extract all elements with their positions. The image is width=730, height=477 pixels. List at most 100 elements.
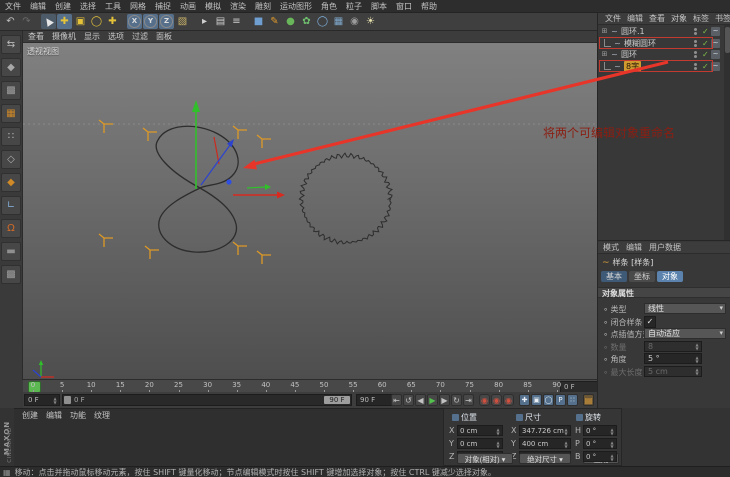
object-name[interactable]: 圆环: [621, 49, 637, 60]
app-menu-item[interactable]: 模拟: [205, 1, 221, 12]
rotation-field[interactable]: 0 ° ▲ ▼: [583, 438, 617, 449]
viewport-menu-item[interactable]: 选项: [108, 31, 124, 42]
app-menu-item[interactable]: 脚本: [371, 1, 387, 12]
tab-基本[interactable]: 基本: [601, 271, 627, 282]
rotation-field[interactable]: 0 ° ▲ ▼: [583, 451, 617, 462]
move-button[interactable]: ✚: [57, 14, 72, 29]
pen-spline-button[interactable]: ✎: [267, 14, 282, 29]
render-settings-button[interactable]: ≡: [229, 14, 244, 29]
app-menu-item[interactable]: 文件: [5, 1, 21, 12]
render-view-button[interactable]: ▸: [197, 14, 212, 29]
app-menu-item[interactable]: 雕刻: [255, 1, 271, 12]
spline-tag-icon[interactable]: ~: [711, 27, 720, 36]
polygons-mode-button[interactable]: ◆: [1, 173, 21, 192]
viewport-menu-item[interactable]: 过滤: [132, 31, 148, 42]
key-rotation-button[interactable]: ◯: [543, 394, 554, 406]
range-start-handle[interactable]: [64, 396, 71, 404]
coordinate-mode-dropdown[interactable]: 对象(相对) ▾: [457, 453, 513, 464]
current-frame-field[interactable]: 0 F ▲ ▼: [24, 394, 60, 406]
app-menu-item[interactable]: 创建: [55, 1, 71, 12]
viewport-menu-item[interactable]: 查看: [28, 31, 44, 42]
autokeying-button[interactable]: ◉: [491, 394, 502, 406]
viewport-menu-item[interactable]: 摄像机: [52, 31, 76, 42]
stepper-arrows[interactable]: ▲▼: [563, 440, 569, 449]
selected-spline-point[interactable]: [226, 179, 232, 185]
stepper-arrows[interactable]: ▲▼: [495, 440, 501, 449]
environment-button[interactable]: ▦: [331, 14, 346, 29]
powerslider-film-button[interactable]: ▤: [583, 394, 594, 406]
texture-mode-button[interactable]: ▩: [1, 81, 21, 100]
loop-forward-button[interactable]: ↻: [451, 394, 462, 406]
render-picture-viewer-button[interactable]: ▤: [213, 14, 228, 29]
workplane-button[interactable]: ▬: [1, 242, 21, 261]
rotate-button[interactable]: ◯: [89, 14, 104, 29]
enabled-check-icon[interactable]: ✓: [702, 27, 709, 36]
edges-mode-button[interactable]: ◇: [1, 150, 21, 169]
object-name[interactable]: 圆环.1: [621, 26, 645, 37]
app-menu-item[interactable]: 帮助: [421, 1, 437, 12]
object-manager-menu-item[interactable]: 文件: [605, 13, 621, 24]
app-menu-item[interactable]: 编辑: [30, 1, 46, 12]
object-manager-menu-item[interactable]: 对象: [671, 13, 687, 24]
material-manager-menu-item[interactable]: 创建: [22, 410, 38, 421]
workplane-paint-button[interactable]: ▦: [1, 104, 21, 123]
stepper-arrows[interactable]: ▲▼: [609, 440, 615, 449]
stepper-arrows[interactable]: ▲▼: [495, 427, 501, 436]
app-menu-item[interactable]: 工具: [105, 1, 121, 12]
attribute-dropdown[interactable]: 自动适应 ▾: [644, 328, 726, 339]
material-manager[interactable]: 创建 编辑 功能 纹理: [14, 408, 443, 467]
size-field[interactable]: 347.726 cm ▲ ▼: [519, 425, 571, 436]
viewport-menu-item[interactable]: 显示: [84, 31, 100, 42]
attribute-dropdown[interactable]: 线性 ▾: [644, 303, 726, 314]
scrollbar-thumb[interactable]: [725, 27, 730, 53]
live-selection-button[interactable]: ▲: [41, 14, 56, 29]
model-mode-button[interactable]: ◆: [1, 58, 21, 77]
object-manager-menu-item[interactable]: 书签: [715, 13, 730, 24]
object-manager-row[interactable]: ⊞ ~ 圆环 ✓ ~: [598, 49, 724, 60]
undo-button[interactable]: ↶: [3, 14, 18, 29]
expand-toggle-icon[interactable]: ⊞: [601, 51, 608, 58]
render-visibility-dot[interactable]: [694, 32, 697, 35]
rough-circle-spline[interactable]: [298, 152, 394, 245]
object-manager-menu-item[interactable]: 编辑: [627, 13, 643, 24]
tab-对象[interactable]: 对象: [657, 271, 683, 282]
material-manager-menu-item[interactable]: 纹理: [94, 410, 110, 421]
enable-axis-button[interactable]: ∟: [1, 196, 21, 215]
stepper-arrows[interactable]: ▲▼: [609, 427, 615, 436]
app-menu-item[interactable]: 网格: [130, 1, 146, 12]
app-menu-item[interactable]: 粒子: [346, 1, 362, 12]
app-menu-item[interactable]: 动画: [180, 1, 196, 12]
goto-end-button[interactable]: ⇥: [463, 394, 474, 406]
spline-tag-icon[interactable]: ~: [711, 50, 720, 59]
viewport-menu-item[interactable]: 面板: [156, 31, 172, 42]
add-cube-button[interactable]: ■: [251, 14, 266, 29]
camera-button[interactable]: ◉: [347, 14, 362, 29]
stepper-arrows[interactable]: ▲▼: [563, 427, 569, 436]
object-manager-menu-item[interactable]: 标签: [693, 13, 709, 24]
key-pla-button[interactable]: ∷: [567, 394, 578, 406]
record-keyframe-button[interactable]: ◉: [479, 394, 490, 406]
keyframe-selection-button[interactable]: ◉: [503, 394, 514, 406]
app-menu-item[interactable]: 运动图形: [280, 1, 312, 12]
rotation-field[interactable]: 0 ° ▲ ▼: [583, 425, 617, 436]
coordinate-system-button[interactable]: ▧: [175, 14, 190, 29]
coordinate-mode-dropdown[interactable]: 绝对尺寸 ▾: [519, 453, 571, 464]
app-menu-item[interactable]: 窗口: [396, 1, 412, 12]
app-menu-item[interactable]: 渲染: [230, 1, 246, 12]
viewport[interactable]: 查看 摄像机 显示 选项 过滤 面板 透视视图: [23, 31, 598, 379]
frame-range-slider[interactable]: 0 F 90 F: [62, 394, 352, 406]
light-button[interactable]: ☀: [363, 14, 378, 29]
range-end-handle[interactable]: 90 F: [324, 396, 350, 404]
size-field[interactable]: 400 cm ▲ ▼: [519, 438, 571, 449]
app-menu-item[interactable]: 捕捉: [155, 1, 171, 12]
key-parameter-button[interactable]: P: [555, 394, 566, 406]
gizmo-plane-handle[interactable]: [246, 184, 271, 190]
prev-key-button[interactable]: ◀: [415, 394, 426, 406]
editor-visibility-dot[interactable]: [694, 28, 697, 31]
last-tool-button[interactable]: ✚: [105, 14, 120, 29]
render-visibility-dot[interactable]: [694, 55, 697, 58]
object-manager-scrollbar[interactable]: [724, 25, 730, 240]
redo-button[interactable]: ↷: [19, 14, 34, 29]
viewport-filter-button[interactable]: ▩: [1, 265, 21, 284]
viewport-canvas[interactable]: [23, 43, 597, 379]
